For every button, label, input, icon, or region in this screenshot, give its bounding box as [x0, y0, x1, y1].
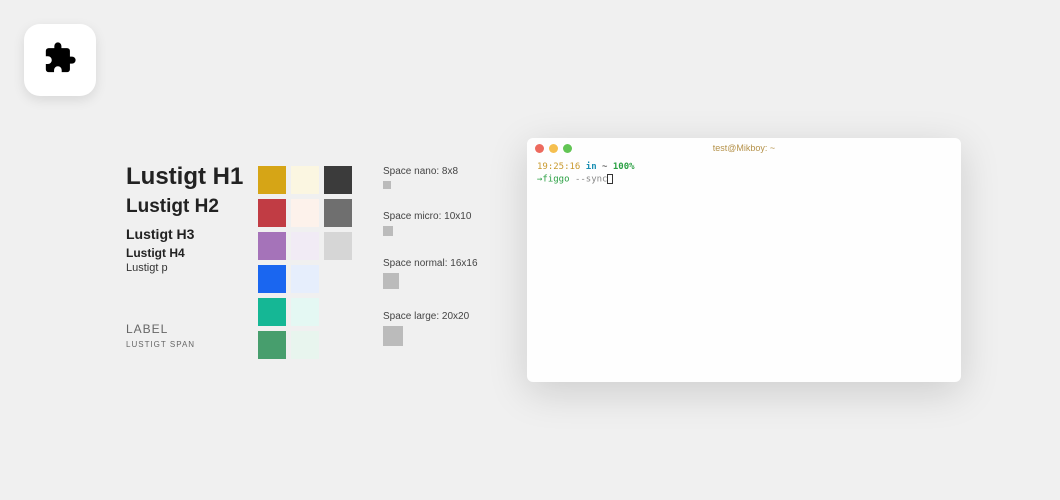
spacing-block — [383, 326, 403, 346]
prompt-percent: 100% — [613, 162, 635, 172]
spacing-block — [383, 273, 399, 289]
prompt-tilde: ~ — [602, 162, 607, 172]
spacing-nano: Space nano: 8x8 — [383, 166, 478, 189]
spacing-label: Space micro: 10x10 — [383, 211, 478, 222]
cursor-icon — [607, 174, 613, 184]
swatch — [291, 298, 319, 326]
typography-specimen: Lustigt H1 Lustigt H2 Lustigt H3 Lustigt… — [126, 164, 243, 349]
terminal-window: test@Mikboy: ~ 19:25:16 in ~ 100% →figgo… — [527, 138, 961, 382]
swatch — [258, 232, 286, 260]
swatch — [291, 232, 319, 260]
command-name: figgo — [542, 174, 569, 184]
span-text: LUSTIGT SPAN — [126, 340, 243, 349]
label-text: LABEL — [126, 322, 243, 336]
heading-h2: Lustigt H2 — [126, 196, 243, 218]
spacing-block — [383, 226, 393, 236]
color-swatch-grid — [258, 166, 352, 359]
spacing-label: Space large: 20x20 — [383, 311, 478, 322]
swatch — [291, 331, 319, 359]
terminal-line-2: →figgo --sync — [537, 174, 951, 186]
heading-h4: Lustigt H4 — [126, 246, 243, 260]
swatch — [258, 265, 286, 293]
heading-h1: Lustigt H1 — [126, 164, 243, 190]
swatch — [324, 166, 352, 194]
prompt-in: in — [586, 162, 597, 172]
swatch — [324, 199, 352, 227]
command-flag: --sync — [575, 174, 608, 184]
prompt-time: 19:25:16 — [537, 162, 580, 172]
spacing-label: Space normal: 16x16 — [383, 258, 478, 269]
terminal-line-1: 19:25:16 in ~ 100% — [537, 162, 951, 174]
spacing-specimen: Space nano: 8x8 Space micro: 10x10 Space… — [383, 166, 478, 368]
heading-h3: Lustigt H3 — [126, 226, 243, 242]
swatch — [291, 166, 319, 194]
terminal-header: test@Mikboy: ~ — [527, 138, 961, 158]
spacing-block — [383, 181, 391, 189]
swatch — [258, 166, 286, 194]
spacing-micro: Space micro: 10x10 — [383, 211, 478, 236]
spacing-large: Space large: 20x20 — [383, 311, 478, 346]
spacing-normal: Space normal: 16x16 — [383, 258, 478, 289]
terminal-body[interactable]: 19:25:16 in ~ 100% →figgo --sync — [527, 158, 961, 190]
puzzle-icon — [43, 41, 77, 80]
terminal-title: test@Mikboy: ~ — [527, 143, 961, 153]
plugin-card — [24, 24, 96, 96]
swatch — [258, 199, 286, 227]
swatch — [291, 199, 319, 227]
swatch — [258, 331, 286, 359]
swatch — [258, 298, 286, 326]
swatch — [291, 265, 319, 293]
paragraph: Lustigt p — [126, 262, 243, 274]
spacing-label: Space nano: 8x8 — [383, 166, 478, 177]
swatch — [324, 232, 352, 260]
